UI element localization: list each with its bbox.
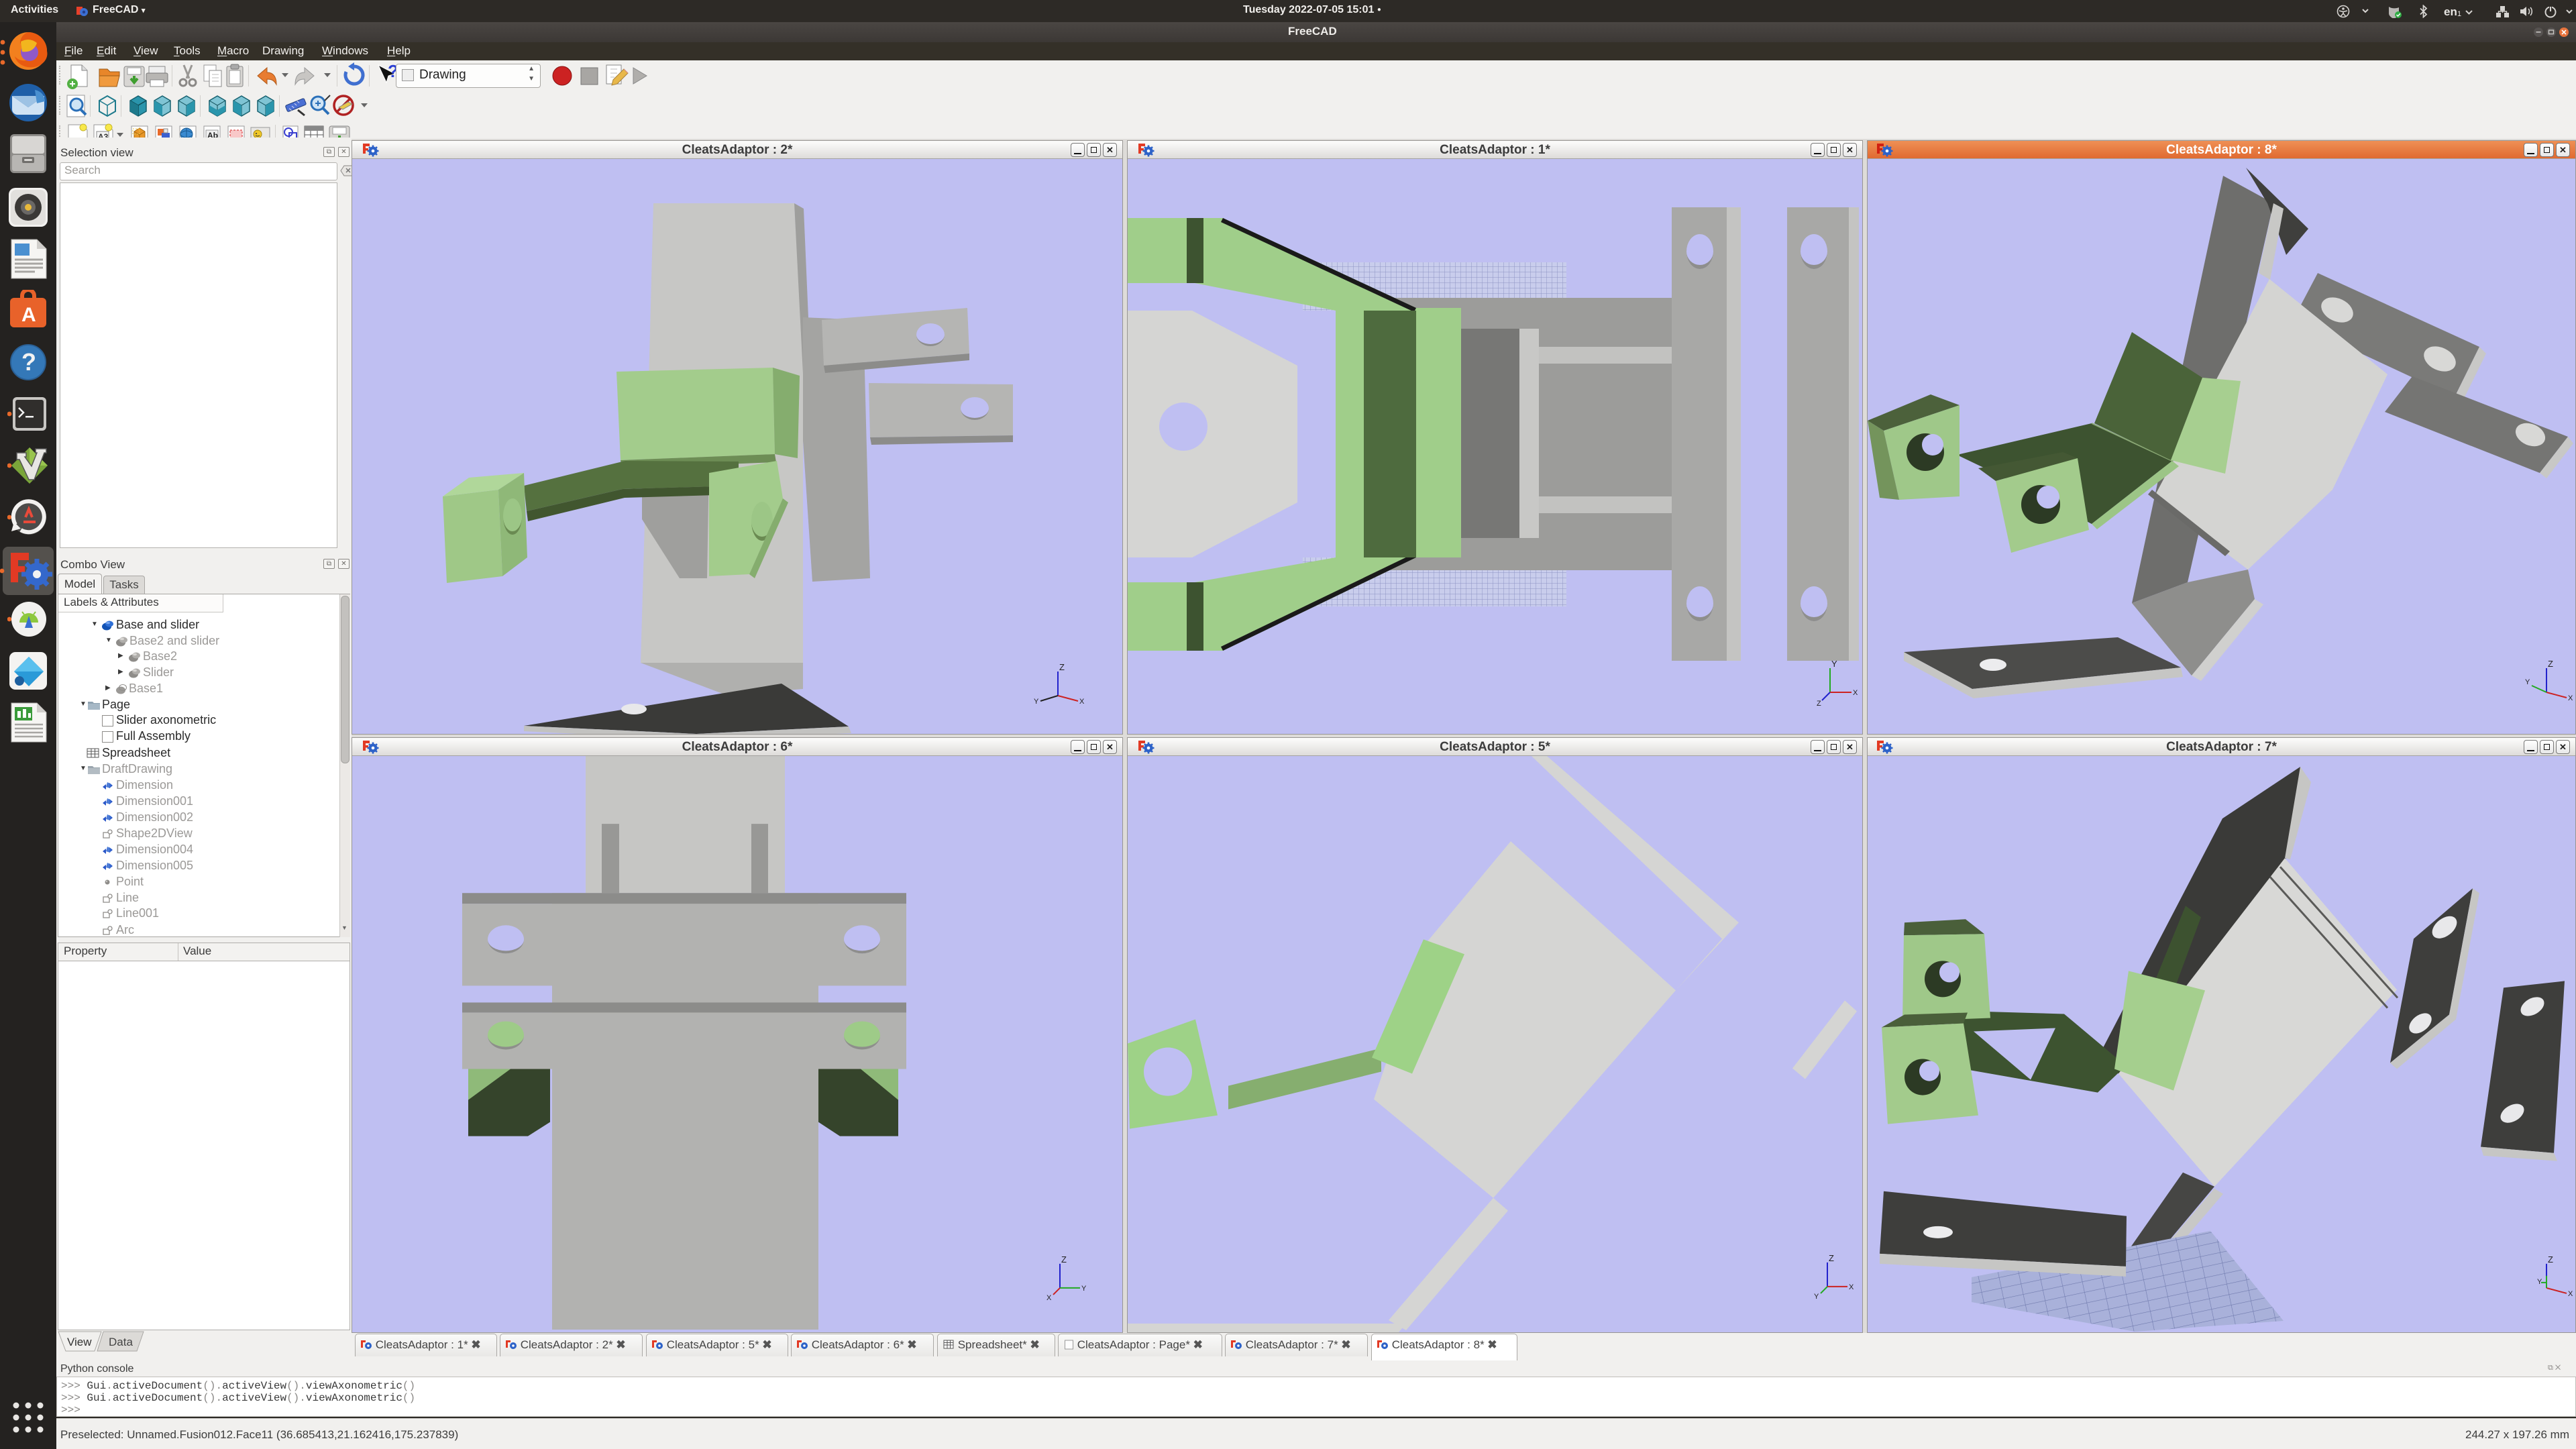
svg-text:Z: Z (1829, 1253, 1834, 1263)
svg-text:X: X (2568, 694, 2573, 702)
svg-text:Y: Y (1081, 1285, 1087, 1293)
svg-text:Z: Z (1061, 1254, 1067, 1265)
svg-text:X: X (1046, 1294, 1052, 1302)
svg-text:View: View (67, 1336, 92, 1348)
svg-text:X: X (2568, 1290, 2573, 1298)
svg-text:en: en (2444, 5, 2457, 18)
svg-text:Z: Z (2548, 659, 2553, 669)
svg-text:Y: Y (2537, 1278, 2542, 1286)
svg-text:?: ? (21, 348, 36, 376)
svg-text:Data: Data (109, 1336, 133, 1348)
svg-text:Z: Z (1817, 700, 1821, 708)
svg-text:1: 1 (2457, 10, 2461, 18)
svg-text:X: X (1849, 1283, 1854, 1291)
svg-text:Y: Y (1814, 1293, 1819, 1301)
svg-text:Y: Y (1831, 659, 1837, 669)
svg-text:Z: Z (1059, 662, 1065, 672)
svg-text:X: X (1853, 689, 1858, 697)
svg-text:Z: Z (2548, 1254, 2553, 1265)
svg-text:A: A (21, 304, 36, 326)
svg-text:Y: Y (1034, 698, 1039, 706)
svg-text:Y: Y (2525, 678, 2530, 686)
svg-text:X: X (1079, 698, 1085, 706)
